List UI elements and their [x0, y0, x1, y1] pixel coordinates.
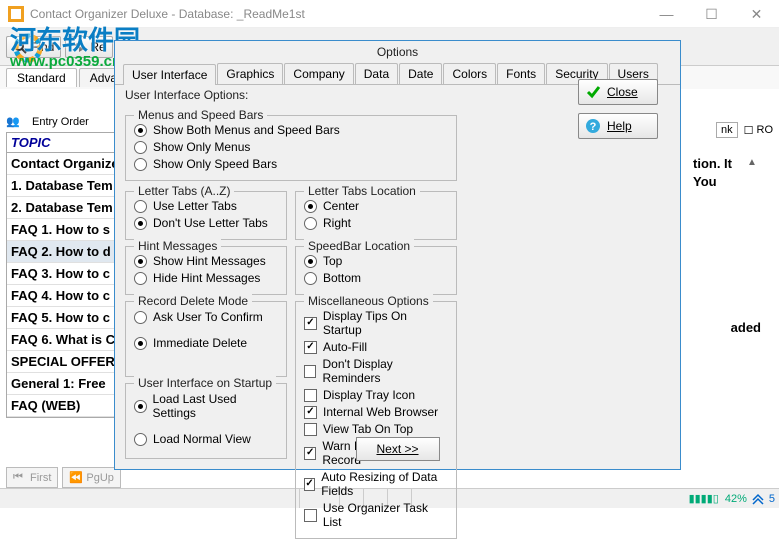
- tab-fonts[interactable]: Fonts: [497, 63, 545, 84]
- legend-speedbar-loc: SpeedBar Location: [304, 239, 414, 253]
- battery-icon: ▮▮▮▮▯: [689, 492, 719, 505]
- fieldset-speedbar-loc: SpeedBar Location Top Bottom: [295, 246, 457, 295]
- site-logo: [8, 28, 48, 68]
- pgup-icon: ⏪: [69, 471, 83, 484]
- nk-label: nk: [716, 122, 738, 138]
- legend-misc: Miscellaneous Options: [304, 294, 433, 308]
- fieldset-letter-loc: Letter Tabs Location Center Right: [295, 191, 457, 240]
- fieldset-hint: Hint Messages Show Hint Messages Hide Hi…: [125, 246, 287, 295]
- check-dont-reminders[interactable]: Don't Display Reminders: [304, 357, 448, 385]
- radio-right[interactable]: Right: [304, 216, 448, 230]
- radio-dont-use-letter-tabs[interactable]: Don't Use Letter Tabs: [134, 216, 278, 230]
- radio-ask-confirm[interactable]: Ask User To Confirm: [134, 310, 278, 324]
- replace-icon: [72, 40, 86, 54]
- entry-order-label: Entry Order: [32, 116, 89, 128]
- radio-top[interactable]: Top: [304, 254, 448, 268]
- legend-letter-loc: Letter Tabs Location: [304, 184, 420, 198]
- size-indicator: 5: [769, 493, 775, 505]
- expand-icon[interactable]: [751, 492, 765, 506]
- first-icon: ⏮: [13, 471, 27, 484]
- legend-startup: User Interface on Startup: [134, 376, 276, 390]
- check-auto-resize[interactable]: Auto Resizing of Data Fields: [304, 470, 448, 498]
- legend-menus: Menus and Speed Bars: [134, 108, 267, 122]
- help-icon: ?: [585, 118, 601, 134]
- radio-use-letter-tabs[interactable]: Use Letter Tabs: [134, 199, 278, 213]
- dialog-title: Options: [115, 41, 680, 63]
- fieldset-misc: Miscellaneous Options Display Tips On St…: [295, 301, 457, 539]
- check-autofill[interactable]: Auto-Fill: [304, 340, 448, 354]
- fieldset-menus: Menus and Speed Bars Show Both Menus and…: [125, 115, 457, 181]
- pgup-button[interactable]: ⏪ PgUp: [62, 467, 121, 488]
- replace-button[interactable]: Re: [65, 36, 112, 58]
- tab-user-interface[interactable]: User Interface: [123, 64, 216, 85]
- radio-show-menus[interactable]: Show Only Menus: [134, 140, 448, 154]
- close-button[interactable]: ✕: [734, 0, 779, 28]
- check-tray-icon[interactable]: Display Tray Icon: [304, 388, 448, 402]
- radio-load-last[interactable]: Load Last Used Settings: [134, 392, 278, 420]
- window-titlebar: Contact Organizer Deluxe - Database: _Re…: [0, 0, 779, 28]
- minimize-button[interactable]: —: [644, 0, 689, 28]
- radio-show-hint[interactable]: Show Hint Messages: [134, 254, 278, 268]
- radio-immediate-delete[interactable]: Immediate Delete: [134, 336, 278, 350]
- check-tips-startup[interactable]: Display Tips On Startup: [304, 309, 448, 337]
- first-button[interactable]: ⏮ First: [6, 467, 58, 488]
- tab-graphics[interactable]: Graphics: [217, 63, 283, 84]
- check-internal-browser[interactable]: Internal Web Browser: [304, 405, 448, 419]
- legend-hint: Hint Messages: [134, 239, 221, 253]
- radio-center[interactable]: Center: [304, 199, 448, 213]
- app-icon: [8, 6, 24, 22]
- check-view-tab-top[interactable]: View Tab On Top: [304, 422, 448, 436]
- fieldset-delete-mode: Record Delete Mode Ask User To Confirm I…: [125, 301, 287, 377]
- tab-standard[interactable]: Standard: [6, 68, 77, 87]
- content-snippet-2: aded: [731, 320, 761, 335]
- tab-date[interactable]: Date: [399, 63, 442, 84]
- legend-delete: Record Delete Mode: [134, 294, 252, 308]
- tab-data[interactable]: Data: [355, 63, 398, 84]
- radio-show-speedbars[interactable]: Show Only Speed Bars: [134, 157, 448, 171]
- radio-load-normal[interactable]: Load Normal View: [134, 432, 278, 446]
- tab-company[interactable]: Company: [284, 63, 353, 84]
- legend-letter-tabs: Letter Tabs (A..Z): [134, 184, 234, 198]
- window-title: Contact Organizer Deluxe - Database: _Re…: [30, 7, 305, 21]
- radio-bottom[interactable]: Bottom: [304, 271, 448, 285]
- fieldset-letter-tabs: Letter Tabs (A..Z) Use Letter Tabs Don't…: [125, 191, 287, 240]
- options-dialog: Options User Interface Graphics Company …: [114, 40, 681, 470]
- svg-text:?: ?: [590, 121, 597, 133]
- nk-control: nk ☐ RO: [716, 122, 773, 138]
- radio-show-both[interactable]: Show Both Menus and Speed Bars: [134, 123, 448, 137]
- help-dialog-button[interactable]: ? Help: [578, 113, 658, 139]
- check-task-list[interactable]: Use Organizer Task List: [304, 501, 448, 529]
- next-button[interactable]: Next >>: [355, 437, 439, 461]
- check-icon: [585, 84, 601, 100]
- ro-label: RO: [757, 124, 774, 136]
- tab-colors[interactable]: Colors: [443, 63, 496, 84]
- scroll-up-icon[interactable]: ▲: [747, 157, 761, 168]
- people-icon: 👥: [6, 115, 28, 128]
- radio-hide-hint[interactable]: Hide Hint Messages: [134, 271, 278, 285]
- maximize-button[interactable]: ☐: [689, 0, 734, 28]
- close-dialog-button[interactable]: Close: [578, 79, 658, 105]
- record-nav-bar: ⏮ First ⏪ PgUp: [6, 467, 125, 488]
- fieldset-startup: User Interface on Startup Load Last Used…: [125, 383, 287, 459]
- battery-percent: 42%: [725, 493, 747, 505]
